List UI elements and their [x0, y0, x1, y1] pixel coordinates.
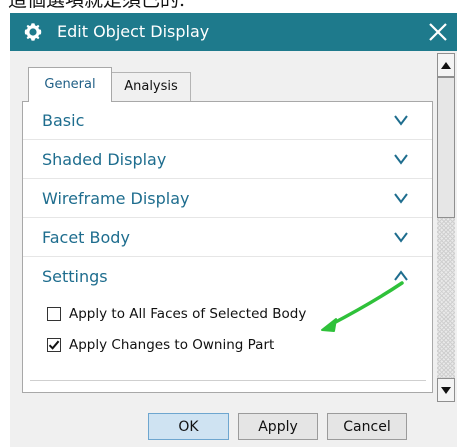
cancel-button[interactable]: Cancel: [327, 413, 407, 440]
chevron-down-icon: [394, 154, 408, 165]
dialog-title: Edit Object Display: [57, 22, 210, 41]
dialog-footer: OK Apply Cancel: [10, 404, 457, 447]
gear-icon: [24, 23, 42, 41]
apply-button[interactable]: Apply: [238, 413, 318, 440]
ok-button[interactable]: OK: [148, 413, 229, 440]
tab-analysis[interactable]: Analysis: [111, 72, 191, 101]
section-shaded-display[interactable]: Shaded Display: [23, 141, 432, 179]
section-shaded-display-label: Shaded Display: [42, 150, 167, 169]
vertical-scrollbar[interactable]: [437, 53, 455, 402]
section-wireframe-display-label: Wireframe Display: [42, 189, 190, 208]
edit-object-display-dialog: Edit Object Display General Analysis Bas…: [10, 13, 457, 447]
checkmark-icon: [48, 340, 60, 350]
caption-strip: 這個選項就是須已的.: [0, 0, 457, 13]
general-panel: Basic Shaded Display Wireframe Display F…: [22, 101, 433, 393]
arrow-down-icon: [441, 386, 451, 394]
apply-owning-part-checkbox[interactable]: [47, 338, 61, 352]
tab-general[interactable]: General: [28, 67, 112, 102]
scroll-up-button[interactable]: [437, 53, 455, 77]
chevron-down-icon: [394, 193, 408, 204]
tab-analysis-label: Analysis: [124, 79, 178, 94]
arrow-annotation-icon: [321, 281, 404, 332]
apply-all-faces-label: Apply to All Faces of Selected Body: [69, 306, 307, 322]
title-bar[interactable]: Edit Object Display: [10, 13, 457, 51]
section-basic[interactable]: Basic: [23, 102, 432, 140]
section-basic-label: Basic: [42, 111, 85, 130]
settings-divider: [30, 380, 426, 381]
apply-owning-part-label: Apply Changes to Owning Part: [69, 337, 275, 353]
section-settings-label: Settings: [42, 267, 108, 286]
section-facet-body[interactable]: Facet Body: [23, 219, 432, 257]
apply-all-faces-checkbox[interactable]: [47, 307, 61, 321]
arrow-up-icon: [441, 61, 451, 69]
scroll-down-button[interactable]: [437, 378, 455, 402]
close-icon: [429, 23, 447, 41]
dialog-content: General Analysis Basic Shaded Display Wi…: [10, 51, 457, 404]
close-button[interactable]: [422, 17, 454, 47]
chevron-down-icon: [394, 115, 408, 126]
caption-text: 這個選項就是須已的.: [8, 0, 186, 11]
section-facet-body-label: Facet Body: [42, 228, 130, 247]
section-wireframe-display[interactable]: Wireframe Display: [23, 180, 432, 218]
chevron-down-icon: [394, 232, 408, 243]
tab-general-label: General: [44, 77, 96, 92]
scrollbar-thumb[interactable]: [437, 77, 455, 218]
